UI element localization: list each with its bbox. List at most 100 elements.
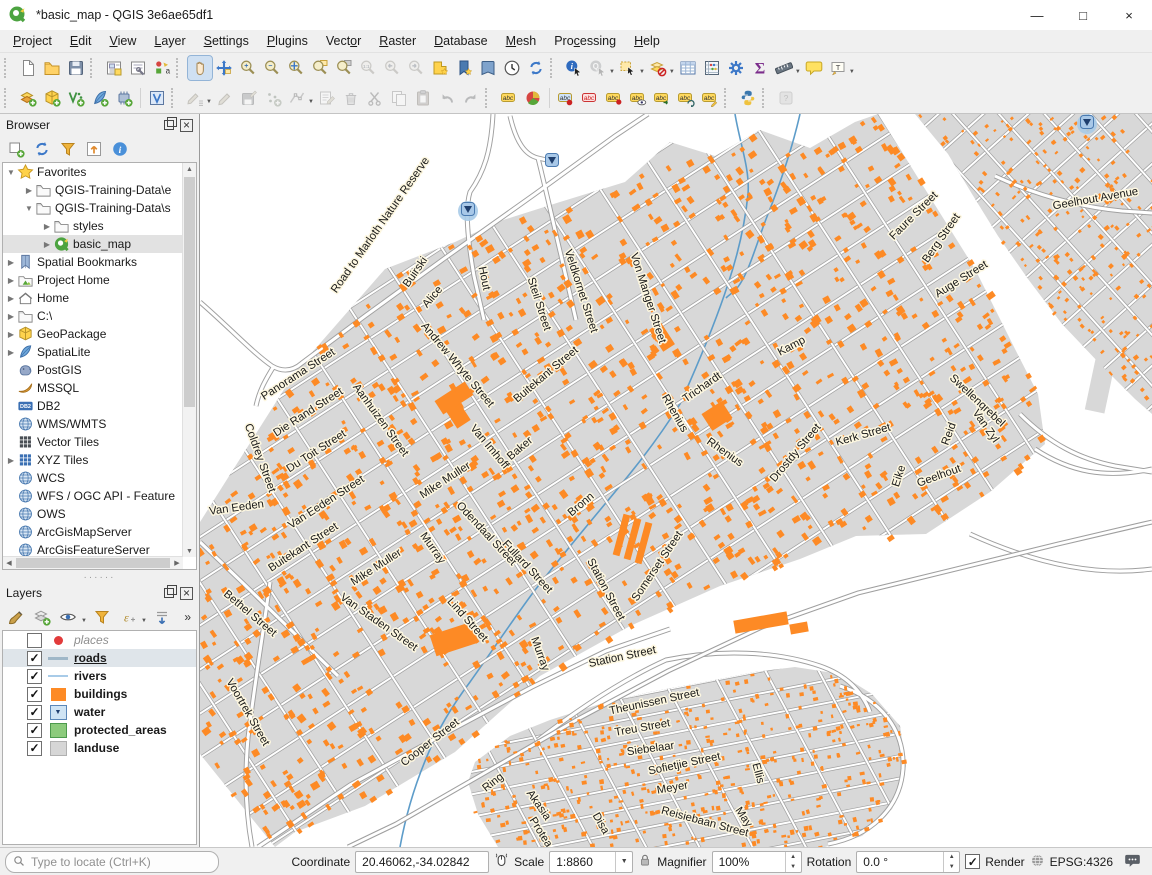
- layers-close-icon[interactable]: ×: [180, 587, 193, 600]
- change-label-button[interactable]: abc: [698, 86, 722, 110]
- show-layout-manager-button[interactable]: [126, 56, 150, 80]
- browser-item-ows[interactable]: OWS: [3, 505, 196, 523]
- crs-globe-icon[interactable]: [1030, 853, 1045, 871]
- menu-processing[interactable]: Processing: [545, 32, 625, 50]
- browser-item-wms-wmts[interactable]: WMS/WMTS: [3, 415, 196, 433]
- add-group-button[interactable]: [30, 606, 54, 628]
- add-selected-layers-button[interactable]: [4, 138, 28, 160]
- enable-properties-widget-button[interactable]: i: [108, 138, 132, 160]
- open-layer-styling-button[interactable]: [4, 606, 28, 628]
- expander-icon[interactable]: ▶: [5, 348, 17, 357]
- menu-view[interactable]: View: [100, 32, 145, 50]
- browser-item-wfs-ogc-api-feature[interactable]: WFS / OGC API - Feature: [3, 487, 196, 505]
- expander-icon[interactable]: ▶: [41, 240, 53, 249]
- menu-database[interactable]: Database: [425, 32, 497, 50]
- expander-icon[interactable]: ▼: [5, 168, 17, 177]
- new-virtual-layer-button[interactable]: [145, 86, 169, 110]
- refresh-map-button[interactable]: [524, 56, 548, 80]
- show-unplaced-labels-button[interactable]: abc: [578, 86, 602, 110]
- new-shapefile-layer-button[interactable]: [64, 86, 88, 110]
- browser-item-styles[interactable]: ▶styles: [3, 217, 196, 235]
- show-hide-labels-button[interactable]: abc: [626, 86, 650, 110]
- menu-edit[interactable]: Edit: [61, 32, 101, 50]
- browser-item-spatialite[interactable]: ▶SpatiaLite: [3, 343, 196, 361]
- browser-item-xyz-tiles[interactable]: ▶XYZ Tiles: [3, 451, 196, 469]
- new-spatial-bookmark-button[interactable]: [428, 56, 452, 80]
- show-spatial-bookmarks-button[interactable]: [452, 56, 476, 80]
- layer-item-places[interactable]: places: [3, 631, 196, 649]
- layer-item-landuse[interactable]: ✓landuse: [3, 739, 196, 757]
- browser-item-c-[interactable]: ▶C:\: [3, 307, 196, 325]
- browser-item-db2[interactable]: DB2DB2: [3, 397, 196, 415]
- layer-checkbox-buildings[interactable]: ✓: [27, 687, 42, 702]
- zoom-to-selection-button[interactable]: [308, 56, 332, 80]
- coordinate-input[interactable]: 20.46062,-34.02842: [355, 851, 489, 873]
- new-spatialite-layer-button[interactable]: [88, 86, 112, 110]
- browser-item-home[interactable]: ▶Home: [3, 289, 196, 307]
- move-label-button[interactable]: abc: [650, 86, 674, 110]
- menu-help[interactable]: Help: [625, 32, 669, 50]
- magnifier-spinbox[interactable]: 100%▲▼: [712, 851, 802, 873]
- minimize-button[interactable]: —: [1014, 0, 1060, 30]
- rotate-label-button[interactable]: abc: [674, 86, 698, 110]
- maximize-button[interactable]: □: [1060, 0, 1106, 30]
- browser-item-qgis-training-data-e[interactable]: ▶QGIS-Training-Data\e: [3, 181, 196, 199]
- browser-item-basic-map[interactable]: ▶basic_map: [3, 235, 196, 253]
- python-console-button[interactable]: [736, 86, 760, 110]
- browser-float-icon[interactable]: [164, 120, 174, 130]
- layer-checkbox-roads[interactable]: ✓: [27, 651, 42, 666]
- layer-item-buildings[interactable]: ✓buildings: [3, 685, 196, 703]
- rotation-spinbox[interactable]: 0.0 °▲▼: [856, 851, 960, 873]
- layer-diagram-options-button[interactable]: [521, 86, 545, 110]
- layers-toolbar-overflow[interactable]: »: [184, 610, 195, 624]
- deselect-features-dropdown-icon[interactable]: ▼: [669, 61, 675, 75]
- filter-by-expression-dropdown-icon[interactable]: ▼: [141, 610, 147, 624]
- browser-close-icon[interactable]: ×: [180, 119, 193, 132]
- filter-browser-button[interactable]: [56, 138, 80, 160]
- refresh-browser-button[interactable]: [30, 138, 54, 160]
- browser-item-wcs[interactable]: WCS: [3, 469, 196, 487]
- open-data-source-manager-button[interactable]: [16, 86, 40, 110]
- map-tips-button[interactable]: [802, 56, 826, 80]
- measure-line-dropdown-icon[interactable]: ▼: [795, 61, 801, 75]
- new-memory-layer-button[interactable]: [112, 86, 136, 110]
- deselect-features-button[interactable]: [646, 56, 670, 80]
- browser-item-favorites[interactable]: ▼Favorites: [3, 163, 196, 181]
- menu-project[interactable]: Project: [4, 32, 61, 50]
- layer-item-rivers[interactable]: ✓rivers: [3, 667, 196, 685]
- layer-item-protected_areas[interactable]: ✓protected_areas: [3, 721, 196, 739]
- layer-item-water[interactable]: ✓▼water: [3, 703, 196, 721]
- browser-item-mssql[interactable]: MSSQL: [3, 379, 196, 397]
- browser-item-vector-tiles[interactable]: Vector Tiles: [3, 433, 196, 451]
- expander-icon[interactable]: ▶: [5, 456, 17, 465]
- open-project-button[interactable]: [40, 56, 64, 80]
- layer-checkbox-places[interactable]: [27, 633, 42, 648]
- browser-item-project-home[interactable]: ▶Project Home: [3, 271, 196, 289]
- zoom-in-button[interactable]: +: [236, 56, 260, 80]
- layer-checkbox-rivers[interactable]: ✓: [27, 669, 42, 684]
- manage-map-themes-button[interactable]: [56, 606, 80, 628]
- browser-item-spatial-bookmarks[interactable]: ▶Spatial Bookmarks: [3, 253, 196, 271]
- expand-collapse-all-button[interactable]: [150, 606, 174, 628]
- measure-line-button[interactable]: [772, 56, 796, 80]
- layer-item-roads[interactable]: ✓roads: [3, 649, 196, 667]
- open-attribute-table-button[interactable]: [676, 56, 700, 80]
- new-text-annotation-dropdown-icon[interactable]: ▼: [849, 61, 855, 75]
- pin-unpin-labels-button[interactable]: abc: [602, 86, 626, 110]
- new-geopackage-layer-button[interactable]: [40, 86, 64, 110]
- style-manager-button[interactable]: a: [150, 56, 174, 80]
- identify-features-button[interactable]: i: [562, 56, 586, 80]
- layers-float-icon[interactable]: [164, 588, 174, 598]
- select-features-dropdown-icon[interactable]: ▼: [639, 61, 645, 75]
- manage-map-themes-dropdown-icon[interactable]: ▼: [81, 610, 87, 624]
- filter-legend-button[interactable]: [90, 606, 114, 628]
- statistical-summary-button[interactable]: Σ: [748, 56, 772, 80]
- processing-toolbox-button[interactable]: [724, 56, 748, 80]
- epsg-status[interactable]: EPSG:4326: [1050, 855, 1113, 869]
- scale-combobox[interactable]: 1:8860▼: [549, 851, 633, 873]
- extents-toggle-icon[interactable]: [494, 853, 509, 871]
- expander-icon[interactable]: ▶: [5, 330, 17, 339]
- zoom-to-layer-button[interactable]: [332, 56, 356, 80]
- locator-search-input[interactable]: Type to locate (Ctrl+K): [5, 851, 219, 873]
- save-project-button[interactable]: [64, 56, 88, 80]
